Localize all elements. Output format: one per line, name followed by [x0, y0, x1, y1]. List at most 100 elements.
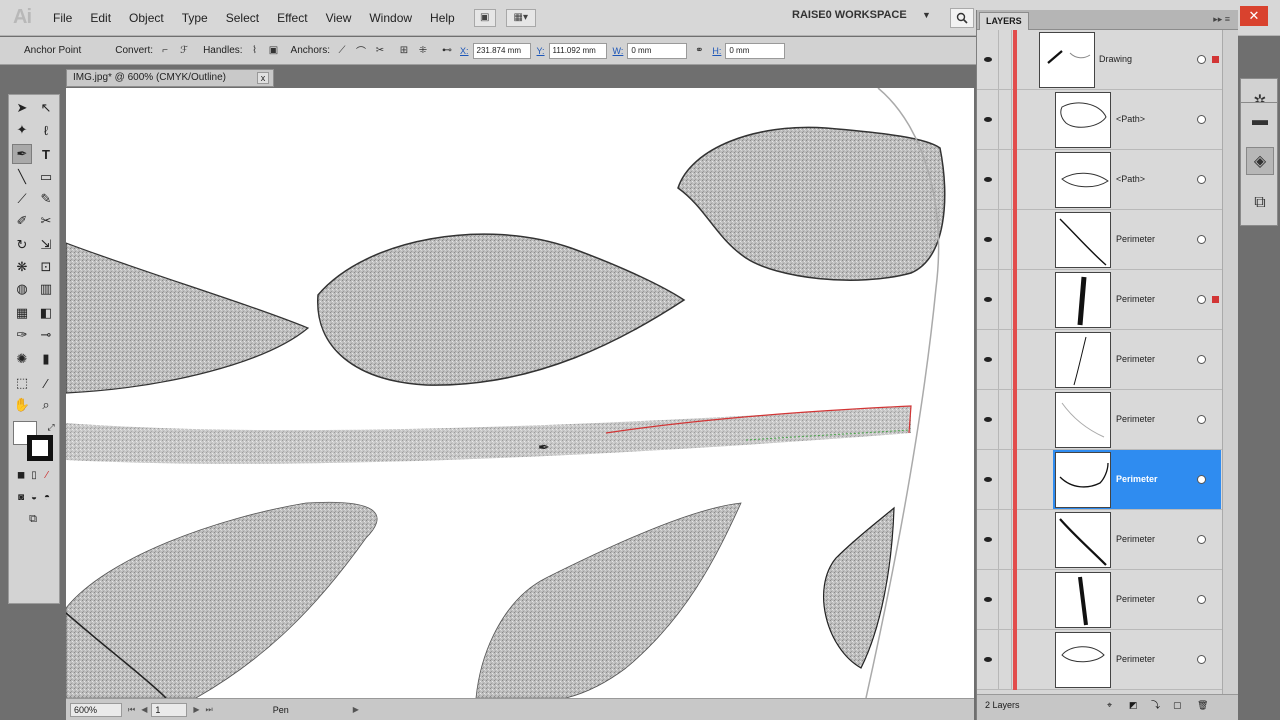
mesh-tool-icon[interactable]: ▦ [12, 303, 32, 323]
document-tab[interactable]: IMG.jpg* @ 600% (CMYK/Outline) x [66, 69, 274, 87]
selection-tool-icon[interactable]: ➤ [12, 98, 32, 118]
new-layer-icon[interactable]: ▢ [1173, 695, 1182, 715]
h-label[interactable]: H: [712, 46, 721, 56]
menu-edit[interactable]: Edit [81, 0, 120, 36]
y-label[interactable]: Y: [537, 46, 545, 56]
lock-toggle[interactable] [1000, 210, 1012, 269]
lock-toggle[interactable] [1000, 450, 1012, 509]
perspective-grid-tool-icon[interactable]: ▥ [36, 279, 56, 299]
lock-toggle[interactable] [1000, 150, 1012, 209]
new-sublayer-icon[interactable]: ⤵ [1151, 695, 1160, 715]
target-circle-icon[interactable] [1197, 235, 1206, 244]
bridge-button[interactable]: ▣ [473, 8, 496, 27]
sublayer-row[interactable]: Perimeter [977, 450, 1222, 510]
pencil-tool-icon[interactable]: ✎ [36, 189, 56, 209]
artboard-number-field[interactable]: 1 [151, 702, 188, 717]
visibility-eye-icon[interactable] [977, 330, 999, 389]
layer-name[interactable]: Perimeter [1116, 414, 1155, 424]
target-circle-icon[interactable] [1197, 415, 1206, 424]
paintbrush-tool-icon[interactable]: ⟋ [12, 189, 32, 209]
target-circle-icon[interactable] [1197, 115, 1206, 124]
layer-name[interactable]: Perimeter [1116, 654, 1155, 664]
layer-name[interactable]: Perimeter [1116, 354, 1155, 364]
shape-builder-tool-icon[interactable]: ◍ [12, 279, 32, 299]
close-document-button[interactable]: x [257, 72, 269, 84]
constrain-link-icon[interactable]: ⚭ [692, 44, 706, 58]
convert-corner-icon[interactable]: ⌐ [158, 44, 172, 58]
sublayer-row[interactable]: Perimeter [977, 390, 1222, 450]
visibility-eye-icon[interactable] [977, 450, 999, 509]
column-graph-tool-icon[interactable]: ▮ [36, 349, 56, 369]
target-circle-icon[interactable] [1197, 55, 1206, 64]
sublayer-row[interactable]: Perimeter [977, 210, 1222, 270]
sublayer-row[interactable]: Perimeter [977, 630, 1222, 690]
visibility-eye-icon[interactable] [977, 210, 999, 269]
menu-type[interactable]: Type [173, 0, 217, 36]
pen-tool-icon[interactable]: ✒ [12, 144, 32, 164]
blob-brush-tool-icon[interactable]: ✐ [12, 211, 32, 231]
target-circle-icon[interactable] [1197, 295, 1206, 304]
transform-icon[interactable]: ⊷ [440, 44, 454, 58]
sublayer-row[interactable]: <Path> [977, 90, 1222, 150]
warp-tool-icon[interactable]: ❋ [12, 257, 32, 277]
first-artboard-icon[interactable]: ⏮ [128, 705, 135, 715]
line-tool-icon[interactable]: ╲ [12, 167, 32, 187]
selected-art-indicator[interactable] [1212, 296, 1219, 303]
lock-toggle[interactable] [1000, 90, 1012, 149]
x-field[interactable]: 231.874 mm [472, 42, 531, 59]
layer-name[interactable]: Perimeter [1116, 234, 1155, 244]
artboard-tool-icon[interactable]: ⬚ [12, 373, 32, 393]
previous-artboard-icon[interactable]: ◀ [141, 705, 147, 714]
target-circle-icon[interactable] [1197, 175, 1206, 184]
menu-view[interactable]: View [317, 0, 361, 36]
visibility-eye-icon[interactable] [977, 510, 999, 569]
hand-tool-icon[interactable]: ✋ [12, 395, 32, 415]
h-field[interactable]: 0 mm [725, 42, 786, 59]
lock-toggle[interactable] [1000, 390, 1012, 449]
sublayer-row[interactable]: Perimeter [977, 570, 1222, 630]
sublayer-row[interactable]: Perimeter [977, 330, 1222, 390]
lock-toggle[interactable] [1000, 330, 1012, 389]
layers-tab[interactable]: LAYERS [979, 12, 1029, 30]
lock-toggle[interactable] [1000, 630, 1012, 689]
visibility-eye-icon[interactable] [977, 270, 999, 329]
draw-inside-icon[interactable]: ◓ [37, 487, 57, 507]
target-circle-icon[interactable] [1197, 355, 1206, 364]
sublayer-row[interactable]: Perimeter [977, 270, 1222, 330]
screen-mode-icon[interactable]: ⧉ [23, 509, 43, 529]
none-mode-icon[interactable]: ⁄ [37, 465, 57, 485]
menu-file[interactable]: File [44, 0, 81, 36]
align-icon[interactable]: ⁜ [416, 44, 430, 58]
lock-toggle[interactable] [1000, 570, 1012, 629]
next-artboard-icon[interactable]: ▶ [193, 705, 199, 714]
chevron-down-icon[interactable]: ▼ [922, 10, 931, 20]
slice-tool-icon[interactable]: ⁄ [36, 373, 56, 393]
visibility-eye-icon[interactable] [977, 570, 999, 629]
selected-art-indicator[interactable] [1212, 56, 1219, 63]
layer-name[interactable]: Drawing [1099, 54, 1132, 64]
layers-panel-icon[interactable]: ◈ [1246, 147, 1274, 175]
handles-hide-icon[interactable]: ▣ [267, 44, 281, 58]
status-menu-icon[interactable]: ▶ [353, 705, 359, 714]
target-circle-icon[interactable] [1197, 655, 1206, 664]
last-artboard-icon[interactable]: ⏭ [206, 705, 213, 715]
layer-name[interactable]: Perimeter [1116, 294, 1155, 304]
layers-scrollbar[interactable] [1222, 30, 1238, 700]
layer-name[interactable]: Perimeter [1116, 594, 1155, 604]
zoom-tool-icon[interactable]: ⌕ [36, 395, 56, 415]
menu-effect[interactable]: Effect [268, 0, 316, 36]
artboards-panel-icon[interactable]: ⧉ [1246, 189, 1274, 217]
sublayer-row[interactable]: <Path> [977, 150, 1222, 210]
visibility-eye-icon[interactable] [977, 630, 999, 689]
visibility-eye-icon[interactable] [977, 150, 999, 209]
make-clipping-mask-icon[interactable]: ◩ [1129, 695, 1138, 715]
delete-layer-icon[interactable]: 🗑 [1197, 695, 1208, 715]
lasso-tool-icon[interactable]: ℓ [36, 120, 56, 140]
arrange-documents-button[interactable]: ▦▾ [505, 8, 536, 27]
free-transform-tool-icon[interactable]: ⊡ [36, 257, 56, 277]
convert-smooth-icon[interactable]: ℱ [177, 44, 191, 58]
rotate-tool-icon[interactable]: ↻ [12, 235, 32, 255]
artboard-canvas[interactable]: ✒ [66, 88, 974, 698]
target-circle-icon[interactable] [1197, 595, 1206, 604]
w-field[interactable]: 0 mm [627, 42, 688, 59]
